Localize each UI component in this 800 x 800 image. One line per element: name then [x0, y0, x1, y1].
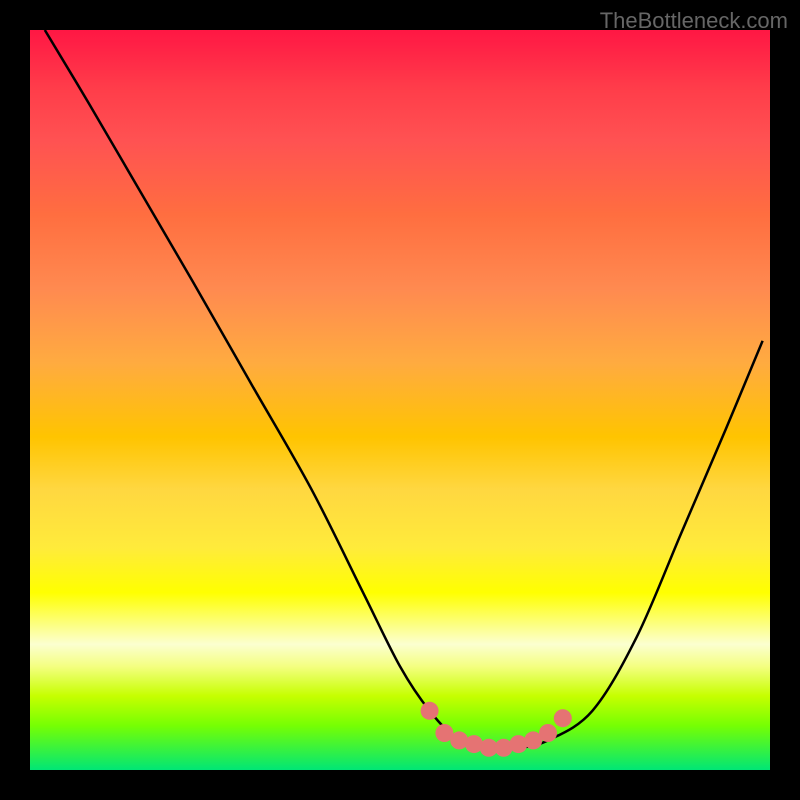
optimal-dot — [554, 709, 572, 727]
watermark-text: TheBottleneck.com — [600, 8, 788, 34]
optimal-dot — [421, 702, 439, 720]
chart-svg — [30, 30, 770, 770]
optimal-dot — [539, 724, 557, 742]
optimal-range-dots — [421, 702, 572, 757]
chart-frame: TheBottleneck.com — [0, 0, 800, 800]
bottleneck-curve — [45, 30, 763, 749]
